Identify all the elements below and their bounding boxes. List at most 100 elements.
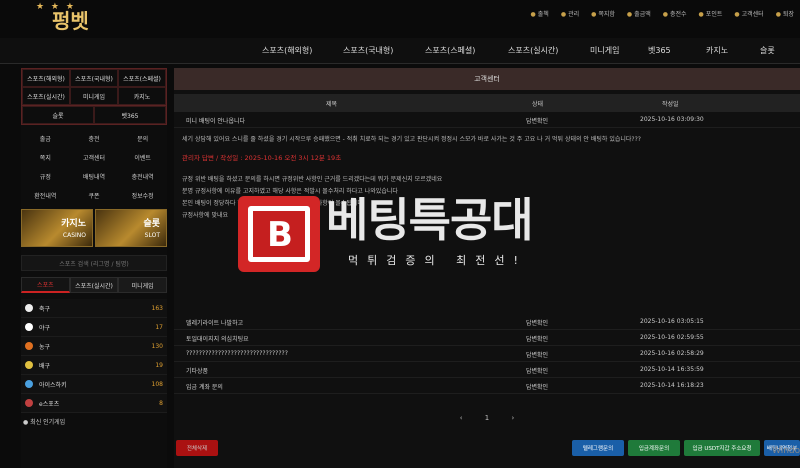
next-page-icon[interactable]: ›: [511, 414, 514, 422]
util-admin[interactable]: ● 관리: [561, 9, 579, 18]
baseball-icon: [25, 323, 33, 331]
sidebar-minigame[interactable]: 미니게임: [70, 87, 118, 105]
nav-sports-domestic[interactable]: 스포츠(국내형): [343, 45, 393, 56]
soccer-icon: [25, 304, 33, 312]
nav-sports-overseas[interactable]: 스포츠(해외형): [262, 45, 312, 56]
watermark-slogan: 먹튀검증의 최전선!: [348, 254, 527, 267]
tab-minigame[interactable]: 미니게임: [118, 277, 167, 293]
row-date: 2025-10-16 03:09:30: [640, 116, 704, 123]
util-withdraw[interactable]: ● 출금액: [627, 9, 651, 18]
row-title: 델레기라이트 나발하고: [186, 320, 244, 327]
table-row[interactable]: 토일대이지지 의심치팅요 답변확인 2025-10-16 02:59:55: [174, 330, 800, 346]
top-bar: ★ ★ ★ 펑벳 ● 출첵 ● 관리 ● 쪽지함 ● 출금액 ● 충전수 ● 포인트 ● 고객…: [0, 0, 800, 38]
page-number[interactable]: 1: [485, 414, 489, 422]
sport-item-baseball[interactable]: 야구 17: [21, 318, 167, 337]
inquiry-list: 델레기라이트 나발하고 답변확인 2025-10-16 03:05:15 토일대이지…: [174, 314, 800, 394]
sport-count: 8: [159, 399, 163, 407]
row-date: 2025-10-16 03:05:15: [640, 318, 704, 325]
col-status: 상태: [532, 101, 544, 108]
util-support[interactable]: ● 고객센터: [734, 9, 763, 18]
link-event[interactable]: 이벤트: [118, 148, 167, 167]
site-logo[interactable]: ★ ★ ★ 펑벳: [30, 2, 110, 36]
link-edit-profile[interactable]: 정보수정: [118, 186, 167, 205]
sport-name: 농구: [39, 343, 51, 351]
link-support[interactable]: 고객센터: [70, 148, 119, 167]
casino-banner-title: 카지노: [61, 219, 86, 229]
sidebar-slot[interactable]: 슬롯: [22, 106, 94, 124]
nav-slot[interactable]: 슬롯: [760, 45, 775, 56]
sports-search-input[interactable]: 스포츠 검색 (리그명 / 팀명): [21, 255, 167, 271]
util-deposit[interactable]: ● 충전수: [663, 9, 687, 18]
sport-tabs: 스포츠 스포츠(실시간) 미니게임: [21, 277, 167, 293]
nav-casino[interactable]: 카지노: [706, 45, 728, 56]
row-title: 미니 배팅이 안나옵니다: [186, 118, 246, 125]
popular-text: 최신 인기게임: [30, 419, 66, 426]
sport-item-esports[interactable]: e스포츠 8: [21, 394, 167, 413]
sport-item-basketball[interactable]: 농구 130: [21, 337, 167, 356]
nav-sports-special[interactable]: 스포츠(스페셜): [425, 45, 475, 56]
sport-name: 배구: [39, 362, 51, 370]
sport-name: 아이스하키: [39, 381, 67, 389]
sidebar-game-grid: 스포츠(해외형) 스포츠(국내형) 스포츠(스페셜) 스포츠(실시간) 미니게임…: [21, 68, 167, 106]
link-coupon[interactable]: 쿠폰: [70, 186, 119, 205]
tab-sports-live[interactable]: 스포츠(실시간): [69, 277, 119, 293]
link-rules[interactable]: 규정: [21, 167, 70, 186]
nav-sports-live[interactable]: 스포츠(실시간): [508, 45, 558, 56]
pagination: ‹ 1 ›: [174, 414, 800, 422]
admin-icon: ●: [560, 11, 567, 18]
sidebar-sports-live[interactable]: 스포츠(실시간): [22, 87, 70, 105]
link-bet-history[interactable]: 배팅내역: [70, 167, 119, 186]
sidebar-sports-domestic[interactable]: 스포츠(국내형): [70, 69, 118, 87]
link-charge[interactable]: 충전: [70, 129, 119, 148]
sidebar-sports-special[interactable]: 스포츠(스페셜): [118, 69, 166, 87]
sport-item-icehockey[interactable]: 아이스하키 108: [21, 375, 167, 394]
util-logout[interactable]: ● 퇴장: [776, 9, 794, 18]
tab-sports[interactable]: 스포츠: [21, 277, 70, 293]
table-row[interactable]: ???????????????????????????????? 답변확인 2025…: [174, 346, 800, 362]
sidebar-bet365[interactable]: 벳365: [94, 106, 166, 124]
sidebar-links: 출금 충전 문의 쪽지 고객센터 이벤트 규정 배팅내역 충전내역 환전내역 쿠…: [21, 129, 167, 205]
row-date: 2025-10-14 16:18:23: [640, 382, 704, 389]
link-inquiry[interactable]: 문의: [118, 129, 167, 148]
col-title: 제목: [326, 101, 338, 108]
main-nav: 스포츠(해외형) 스포츠(국내형) 스포츠(스페셜) 스포츠(실시간) 미니게임…: [0, 38, 800, 64]
reply-line: 규정 위반 배팅을 하셨고 문의를 하시면 규정위반 사항인 근거를 드리겠다는…: [182, 176, 443, 183]
slot-banner[interactable]: 슬롯 SLOT: [95, 209, 167, 247]
util-checkin[interactable]: ● 출첵: [531, 9, 549, 18]
table-row[interactable]: 기타상품 답변확인 2025-10-14 16:35:59: [174, 362, 800, 378]
watermark-brand: 베팅특공대: [326, 193, 534, 247]
fire-icon: ●: [23, 419, 29, 426]
link-message[interactable]: 쪽지: [21, 148, 70, 167]
sport-item-soccer[interactable]: 축구 163: [21, 299, 167, 318]
utility-menu: ● 출첵 ● 관리 ● 쪽지함 ● 출금액 ● 충전수 ● 포인트 ● 고객센터 ● 퇴장: [531, 9, 794, 18]
point-icon: ●: [698, 11, 704, 18]
link-exchange-history[interactable]: 환전내역: [21, 186, 70, 205]
badge-inner: B: [248, 206, 310, 262]
casino-banner[interactable]: 카지노 CASINO: [21, 209, 93, 247]
prev-page-icon[interactable]: ‹: [460, 414, 463, 422]
logo-text: 펑벳: [52, 9, 89, 33]
deposit-icon: ●: [662, 11, 668, 18]
row-title: 토일대이지지 의심치팅요: [186, 336, 249, 343]
usdt-wallet-button[interactable]: 입금 USDT지갑 주소요청: [684, 440, 760, 456]
link-charge-history[interactable]: 충전내역: [118, 167, 167, 186]
sport-item-volleyball[interactable]: 배구 19: [21, 356, 167, 375]
deposit-account-button[interactable]: 입금계좌문의: [628, 440, 680, 456]
windows-activation-text: Windo: [772, 446, 800, 456]
table-row[interactable]: 입금 계좌 문의 답변확인 2025-10-14 16:18:23: [174, 378, 800, 394]
delete-all-button[interactable]: 전체삭제: [176, 440, 218, 456]
sidebar-casino[interactable]: 카지노: [118, 87, 166, 105]
sport-name: e스포츠: [39, 400, 60, 408]
table-row[interactable]: 미니 배팅이 안나옵니다 답변확인 2025-10-16 03:09:30: [174, 112, 800, 128]
table-row[interactable]: 델레기라이트 나발하고 답변확인 2025-10-16 03:05:15: [174, 314, 800, 330]
telegram-inquiry-button[interactable]: 텔레그램문의: [572, 440, 624, 456]
nav-bet365[interactable]: 벳365: [648, 45, 671, 56]
util-point[interactable]: ● 포인트: [699, 9, 723, 18]
sport-count: 17: [155, 323, 163, 331]
nav-minigame[interactable]: 미니게임: [590, 45, 619, 56]
util-message[interactable]: ● 쪽지함: [591, 9, 615, 18]
row-date: 2025-10-16 02:58:29: [640, 350, 704, 357]
slot-banner-sub: SLOT: [144, 232, 160, 239]
sidebar-sports-overseas[interactable]: 스포츠(해외형): [22, 69, 70, 87]
link-withdraw[interactable]: 출금: [21, 129, 70, 148]
